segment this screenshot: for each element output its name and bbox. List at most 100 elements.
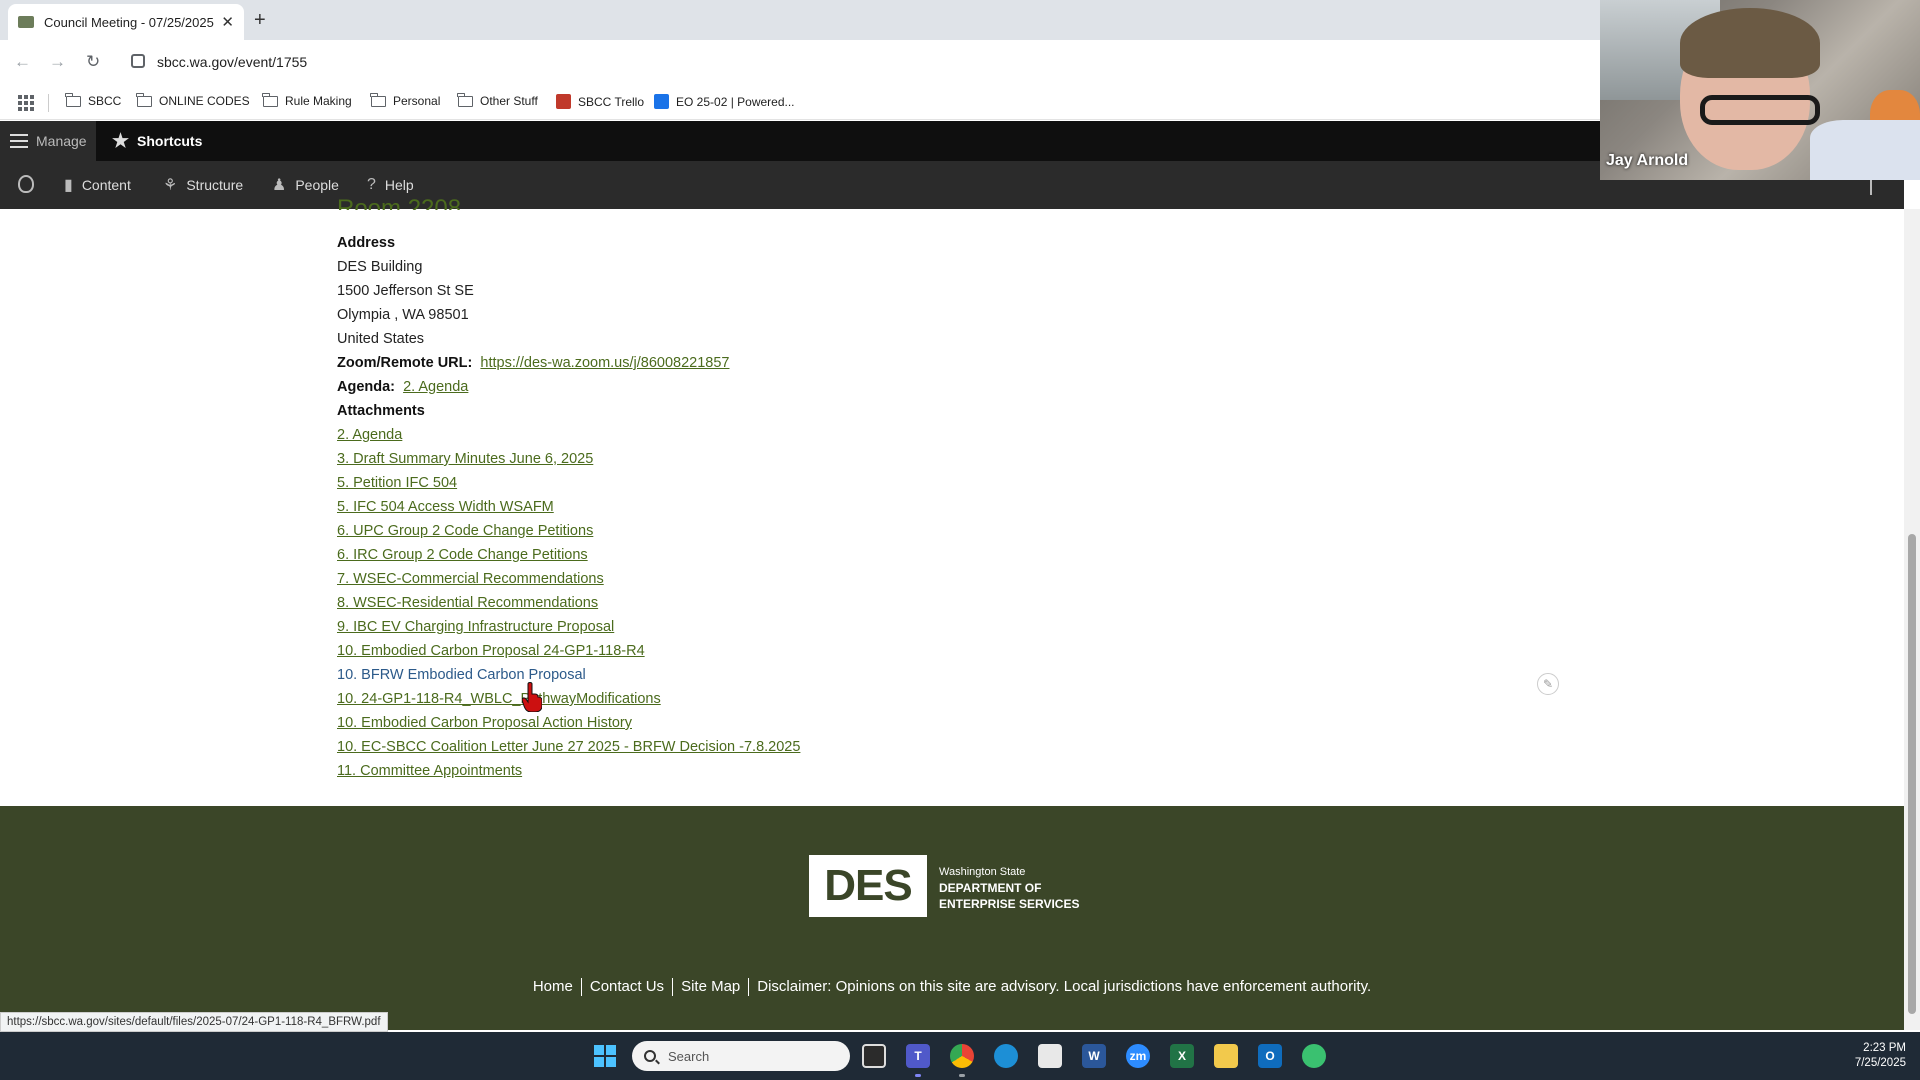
manage-button[interactable]: Manage xyxy=(0,121,96,161)
participant-name: Jay Arnold xyxy=(1606,152,1689,169)
attachment-link[interactable]: 5. IFC 504 Access Width WSAFM xyxy=(337,499,554,515)
edge-dev-icon[interactable] xyxy=(1302,1044,1326,1068)
word-icon[interactable]: W xyxy=(1082,1044,1106,1068)
toolbar-item-people[interactable]: ♟ People xyxy=(272,161,339,209)
des-logo[interactable]: DES xyxy=(809,855,927,917)
attachment-link[interactable]: 11. Committee Appointments xyxy=(337,763,522,779)
bookmark-sbcc-trello[interactable]: SBCC Trello xyxy=(556,94,644,109)
attachment-row: 10. BFRW Embodied Carbon Proposal xyxy=(337,664,586,686)
attachment-link[interactable]: 3. Draft Summary Minutes June 6, 2025 xyxy=(337,451,593,467)
shortcuts-button[interactable]: ★ Shortcuts xyxy=(112,121,202,161)
windows-start-icon[interactable] xyxy=(594,1045,616,1067)
attachment-row: 10. Embodied Carbon Proposal 24-GP1-118-… xyxy=(337,640,645,662)
toolbar-item-label: Content xyxy=(81,177,131,193)
attachment-link[interactable]: 10. 24-GP1-118-R4_WBLC_PathwayModificati… xyxy=(337,691,661,707)
file-explorer-icon[interactable] xyxy=(1214,1044,1238,1068)
favicon-icon xyxy=(18,16,34,28)
attachment-link[interactable]: 9. IBC EV Charging Infrastructure Propos… xyxy=(337,619,614,635)
structure-icon: ⚘ xyxy=(163,177,178,194)
outlook-icon[interactable]: O xyxy=(1258,1044,1282,1068)
attachment-link[interactable]: 8. WSEC-Residential Recommendations xyxy=(337,595,598,611)
zoom-url-link[interactable]: https://des-wa.zoom.us/j/86008221857 xyxy=(480,355,729,371)
snipping-tool-icon[interactable] xyxy=(1038,1044,1062,1068)
close-tab-icon[interactable]: ✕ xyxy=(221,13,234,31)
forward-arrow-icon[interactable]: → xyxy=(49,52,66,72)
back-arrow-icon[interactable]: ← xyxy=(14,52,31,72)
logo-state: Washington State xyxy=(939,866,1026,878)
attachment-row: 11. Committee Appointments xyxy=(337,760,522,782)
site-settings-icon[interactable] xyxy=(131,54,145,68)
bookmark-label: Other Stuff xyxy=(480,94,538,108)
zoom-url-row: Zoom/Remote URL: https://des-wa.zoom.us/… xyxy=(337,352,729,374)
attachment-link[interactable]: 10. Embodied Carbon Proposal Action Hist… xyxy=(337,715,632,731)
address-line: 1500 Jefferson St SE xyxy=(337,283,474,299)
room-link[interactable]: Room 2208 xyxy=(337,196,461,210)
attachment-row: 8. WSEC-Residential Recommendations xyxy=(337,592,598,614)
link-status-bubble: https://sbcc.wa.gov/sites/default/files/… xyxy=(0,1012,388,1032)
scrollbar-thumb[interactable] xyxy=(1908,534,1916,1014)
toolbar-item-content[interactable]: ▮ Content xyxy=(64,161,131,209)
bookmark-online-codes[interactable]: ONLINE CODES xyxy=(136,92,250,108)
folder-icon xyxy=(136,92,152,107)
attachments-heading: Attachments xyxy=(337,400,425,422)
manage-label: Manage xyxy=(36,133,87,149)
video-participant-tile[interactable]: Jay Arnold xyxy=(1600,0,1920,180)
shortcuts-label: Shortcuts xyxy=(137,133,203,149)
bookmark-rule-making[interactable]: Rule Making xyxy=(262,92,352,108)
footer-link-site-map[interactable]: Site Map xyxy=(681,978,740,995)
toolbar-item-label: Help xyxy=(384,177,414,193)
agenda-label: Agenda: xyxy=(337,379,395,395)
logo-dept-line: ENTERPRISE SERVICES xyxy=(939,897,1080,911)
attachment-link[interactable]: 10. BFRW Embodied Carbon Proposal xyxy=(337,667,586,683)
excel-icon[interactable]: X xyxy=(1170,1044,1194,1068)
edge-icon[interactable] xyxy=(994,1044,1018,1068)
bookmark-eo-25-02[interactable]: EO 25-02 | Powered... xyxy=(654,94,795,109)
chrome-icon[interactable] xyxy=(950,1044,974,1068)
bookmark-sbcc[interactable]: SBCC xyxy=(65,92,121,108)
footer-link-contact[interactable]: Contact Us xyxy=(590,978,664,995)
clock-date: 7/25/2025 xyxy=(1854,1057,1906,1069)
teams-icon[interactable]: T xyxy=(906,1044,930,1068)
attachment-link[interactable]: 6. UPC Group 2 Code Change Petitions xyxy=(337,523,593,539)
pencil-icon[interactable]: ✎ xyxy=(1537,673,1559,695)
attachment-row: 6. UPC Group 2 Code Change Petitions xyxy=(337,520,593,542)
task-view-icon[interactable] xyxy=(862,1044,886,1068)
tab-council-meeting[interactable]: Council Meeting - 07/25/2025 ✕ xyxy=(8,4,244,40)
address-line: Olympia , WA 98501 xyxy=(337,307,469,323)
attachment-row: 10. Embodied Carbon Proposal Action Hist… xyxy=(337,712,632,734)
attachment-row: 2. Agenda xyxy=(337,424,402,446)
apps-grid-icon[interactable] xyxy=(18,95,34,111)
page-scrollbar[interactable] xyxy=(1904,209,1920,1030)
folder-icon xyxy=(262,92,278,107)
attachments-label: Attachments xyxy=(337,403,425,419)
attachment-link[interactable]: 6. IRC Group 2 Code Change Petitions xyxy=(337,547,588,563)
star-icon: ★ xyxy=(112,130,130,152)
admin-toolbar: Manage ★ Shortcuts xyxy=(0,121,1600,161)
attachment-link[interactable]: 10. EC-SBCC Coalition Letter June 27 202… xyxy=(337,739,800,755)
toolbar-item-structure[interactable]: ⚘ Structure xyxy=(163,161,243,209)
bookmark-personal[interactable]: Personal xyxy=(370,92,440,108)
participant-hair xyxy=(1680,8,1820,78)
search-placeholder: Search xyxy=(668,1048,710,1064)
attachment-link[interactable]: 5. Petition IFC 504 xyxy=(337,475,457,491)
tab-title: Council Meeting - 07/25/2025 xyxy=(44,14,214,30)
taskbar-search-input[interactable]: Search xyxy=(632,1041,850,1071)
address-line: United States xyxy=(337,331,425,347)
reload-icon[interactable]: ↻ xyxy=(86,52,100,72)
zoom-icon[interactable]: zm xyxy=(1126,1044,1150,1068)
active-app-indicator xyxy=(915,1074,921,1077)
footer-link-home[interactable]: Home xyxy=(533,978,573,995)
attachment-link[interactable]: 2. Agenda xyxy=(337,427,402,443)
attachment-link[interactable]: 10. Embodied Carbon Proposal 24-GP1-118-… xyxy=(337,643,645,659)
drupal-home-icon[interactable] xyxy=(18,175,34,193)
bookmark-other-stuff[interactable]: Other Stuff xyxy=(457,92,538,108)
agenda-link[interactable]: 2. Agenda xyxy=(403,379,468,395)
new-tab-button[interactable]: + xyxy=(254,8,266,32)
attachment-link[interactable]: 7. WSEC-Commercial Recommendations xyxy=(337,571,604,587)
folder-icon xyxy=(457,92,473,107)
system-clock[interactable]: 2:23 PM 7/25/2025 xyxy=(1855,1041,1906,1071)
footer-disclaimer: Disclaimer: Opinions on this site are ad… xyxy=(757,978,1372,995)
url-input[interactable]: sbcc.wa.gov/event/1755 xyxy=(157,54,307,70)
des-logo-text: Washington State DEPARTMENT OF ENTERPRIS… xyxy=(939,864,1079,912)
toolbar-item-label: Structure xyxy=(186,177,244,193)
